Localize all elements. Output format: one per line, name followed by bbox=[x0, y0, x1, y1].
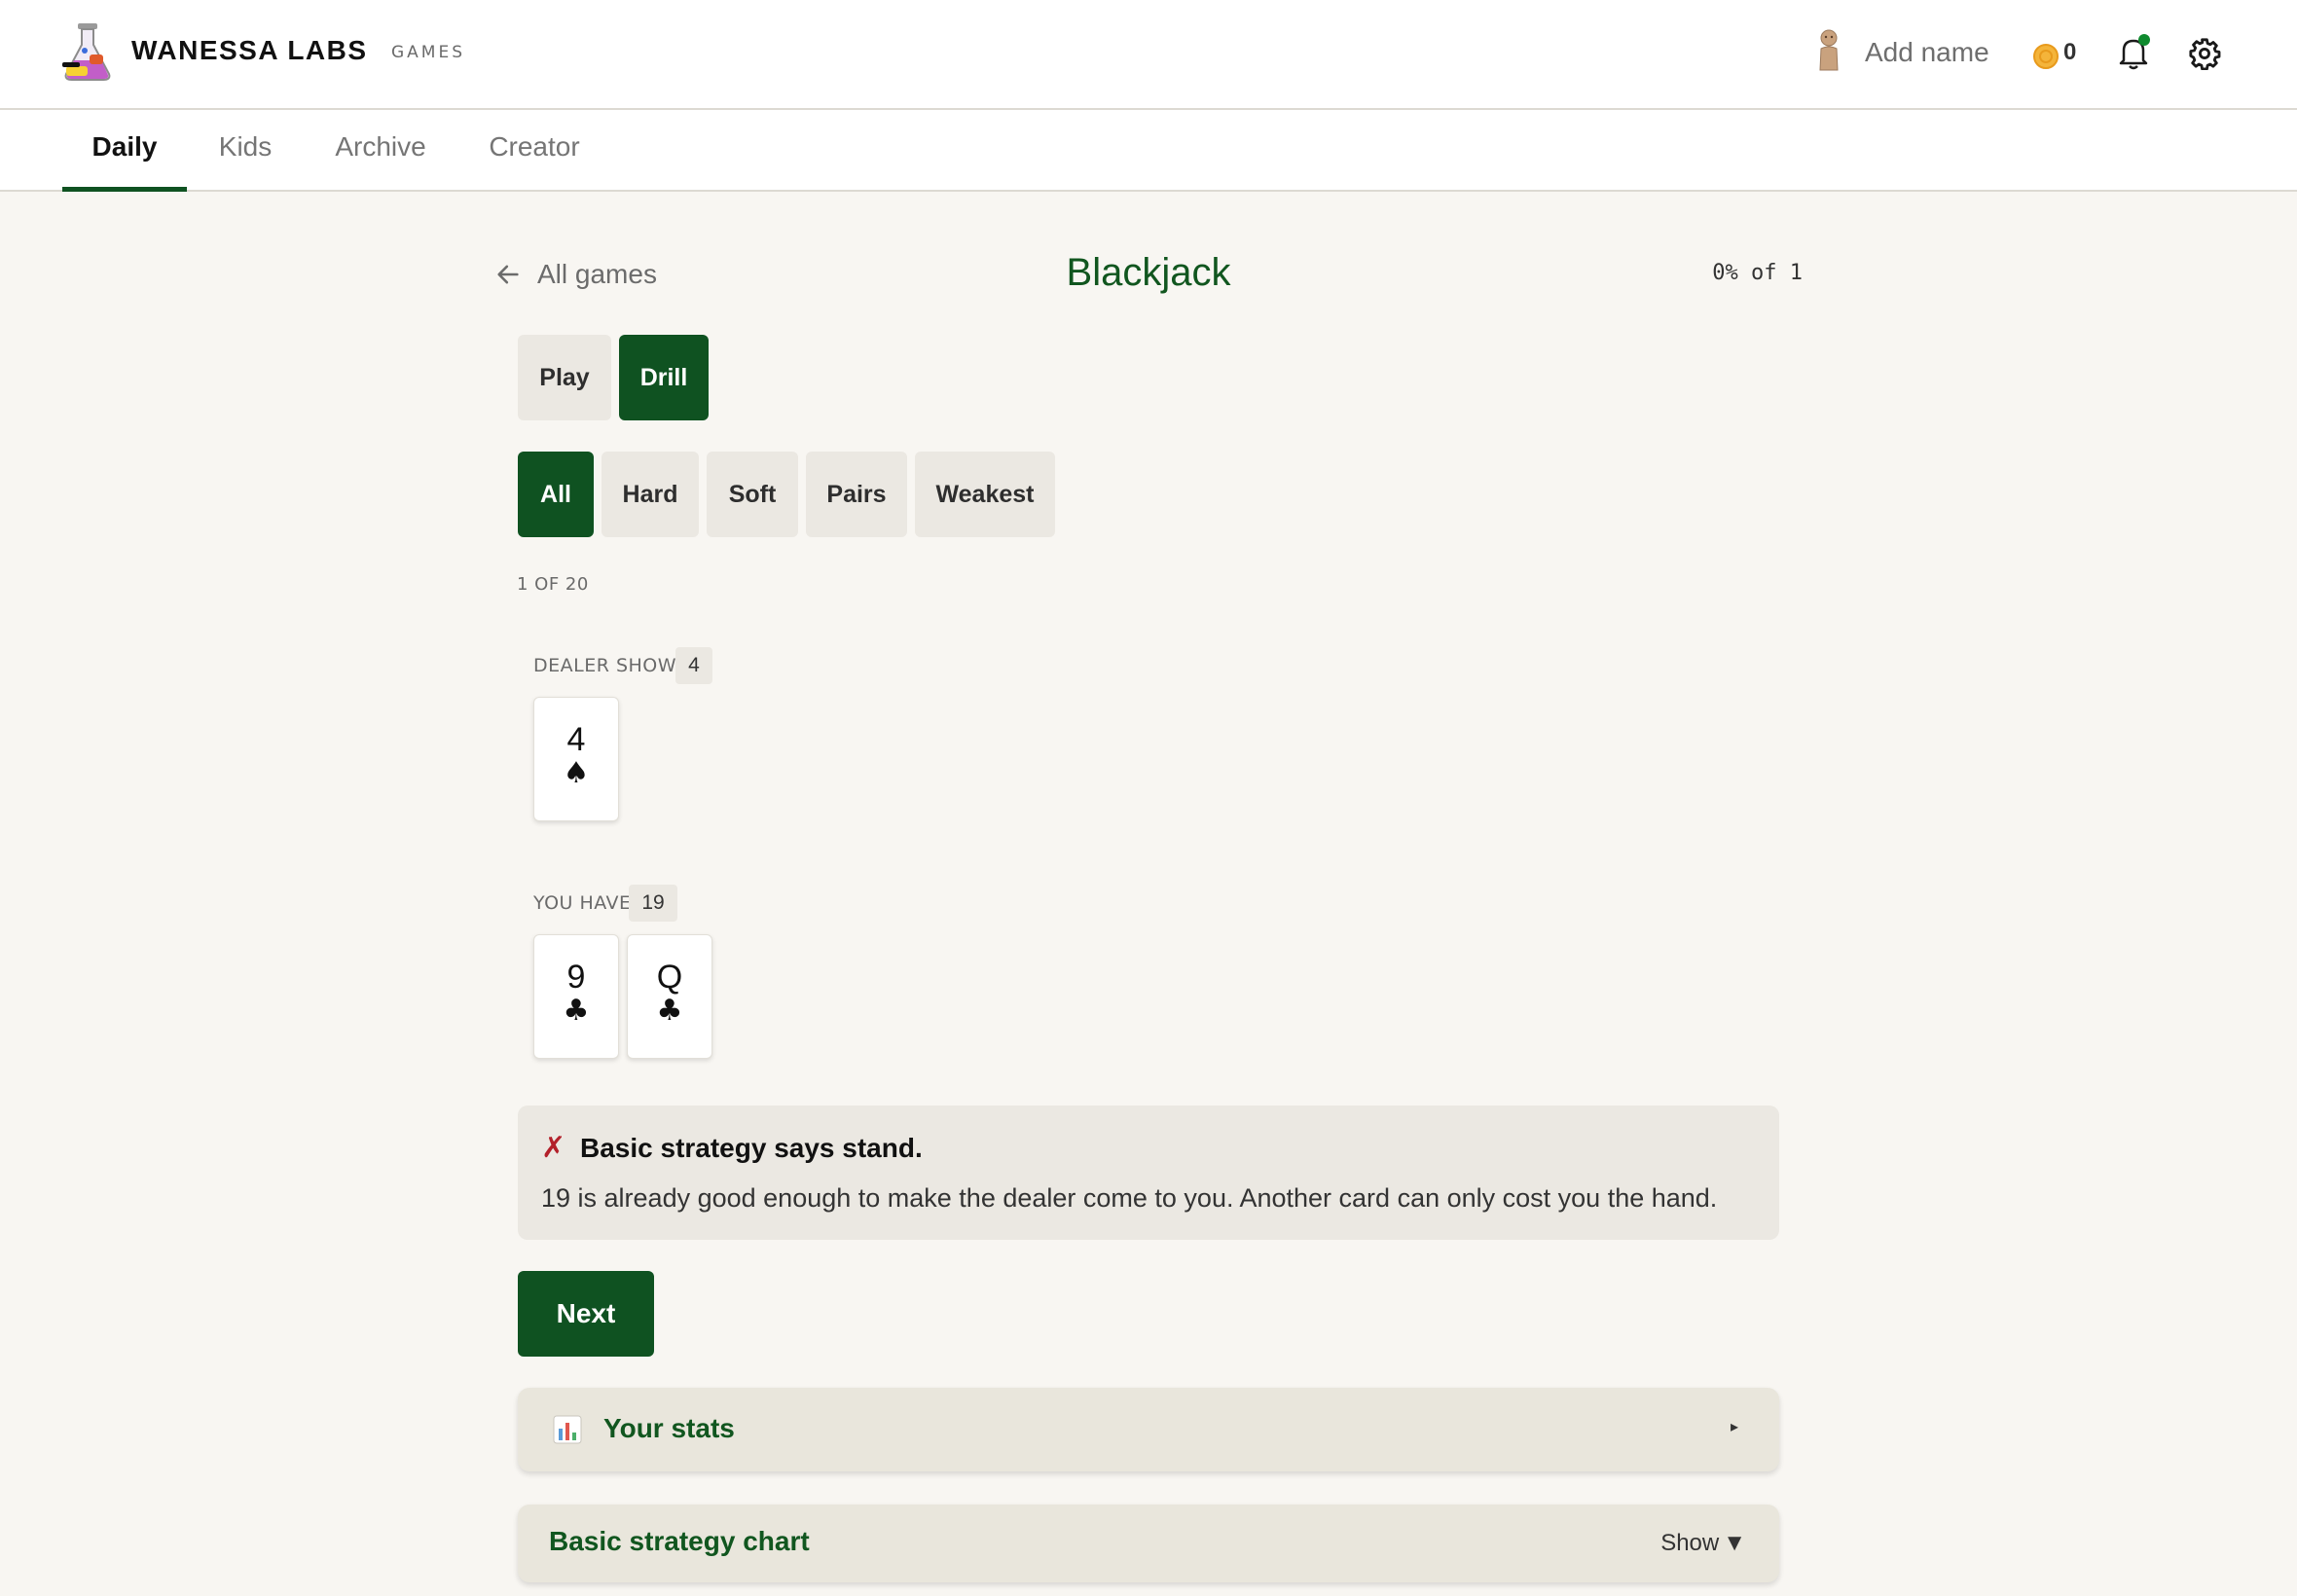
back-to-all-games-link[interactable]: All games bbox=[494, 257, 657, 292]
tab-archive[interactable]: Archive bbox=[327, 131, 434, 192]
filter-soft-button[interactable]: Soft bbox=[707, 452, 798, 537]
drill-mode-button[interactable]: Drill bbox=[619, 335, 709, 420]
show-chart-toggle[interactable]: Show ▼ bbox=[1660, 1530, 1746, 1557]
avatar[interactable] bbox=[1816, 29, 1841, 72]
arrow-left-icon bbox=[497, 265, 519, 284]
your-stats-title: Your stats bbox=[603, 1413, 735, 1443]
tab-creator[interactable]: Creator bbox=[481, 131, 588, 192]
triangle-down-icon: ▼ bbox=[1723, 1530, 1746, 1556]
filter-hard-button[interactable]: Hard bbox=[602, 452, 699, 537]
your-stats-panel[interactable]: Your stats ▸ bbox=[518, 1388, 1779, 1471]
show-label: Show bbox=[1660, 1530, 1720, 1556]
feedback-explanation: 19 is already good enough to make the de… bbox=[541, 1183, 1718, 1213]
club-suit-icon: ♣ bbox=[563, 994, 590, 1028]
player-card: 9 ♣ bbox=[533, 934, 619, 1059]
dealer-total-badge: 4 bbox=[675, 647, 712, 684]
bar-chart-icon bbox=[553, 1415, 582, 1444]
filter-weakest-button[interactable]: Weakest bbox=[915, 452, 1055, 537]
brand-name[interactable]: WANESSA LABS bbox=[131, 35, 368, 66]
play-mode-button[interactable]: Play bbox=[518, 335, 611, 420]
wrong-x-icon: ✗ bbox=[541, 1132, 566, 1164]
back-label: All games bbox=[537, 259, 657, 289]
brand-subtitle: GAMES bbox=[391, 43, 466, 62]
flask-logo-icon[interactable] bbox=[60, 21, 115, 84]
top-bar: WANESSA LABS GAMES Add name 0 bbox=[0, 0, 2297, 110]
coin-count: 0 bbox=[2063, 39, 2077, 65]
filter-pairs-button[interactable]: Pairs bbox=[806, 452, 907, 537]
card-rank: Q bbox=[656, 959, 683, 996]
feedback-panel: ✗ Basic strategy says stand. 19 is alrea… bbox=[518, 1106, 1779, 1240]
filter-all-button[interactable]: All bbox=[518, 452, 594, 537]
card-rank: 9 bbox=[566, 959, 586, 996]
dealer-card: 4 ♠ bbox=[533, 697, 619, 821]
player-label: YOU HAVE bbox=[533, 892, 632, 914]
progress-indicator: 0% of 1 bbox=[1712, 261, 1803, 285]
feedback-title: Basic strategy says stand. bbox=[580, 1133, 923, 1163]
player-total-badge: 19 bbox=[629, 885, 677, 922]
notification-bell-icon[interactable] bbox=[2116, 33, 2151, 72]
caret-right-icon: ▸ bbox=[1730, 1419, 1738, 1435]
coin-icon bbox=[2032, 43, 2060, 70]
player-card: Q ♣ bbox=[627, 934, 712, 1059]
tab-kids[interactable]: Kids bbox=[206, 131, 284, 192]
spade-suit-icon: ♠ bbox=[563, 756, 590, 790]
card-rank: 4 bbox=[566, 721, 586, 758]
dealer-label: DEALER SHOWS bbox=[533, 655, 689, 676]
settings-gear-icon[interactable] bbox=[2188, 37, 2221, 71]
club-suit-icon: ♣ bbox=[656, 994, 683, 1028]
page-title: Blackjack bbox=[1066, 251, 1231, 294]
drill-counter: 1 OF 20 bbox=[517, 574, 589, 595]
basic-strategy-chart-panel[interactable]: Basic strategy chart Show ▼ bbox=[518, 1505, 1779, 1582]
basic-strategy-chart-title: Basic strategy chart bbox=[549, 1526, 810, 1556]
add-name-link[interactable]: Add name bbox=[1865, 37, 1989, 68]
next-button[interactable]: Next bbox=[518, 1271, 654, 1357]
nav-tabs: Daily Kids Archive Creator bbox=[0, 110, 2297, 192]
tab-daily[interactable]: Daily bbox=[62, 131, 187, 192]
